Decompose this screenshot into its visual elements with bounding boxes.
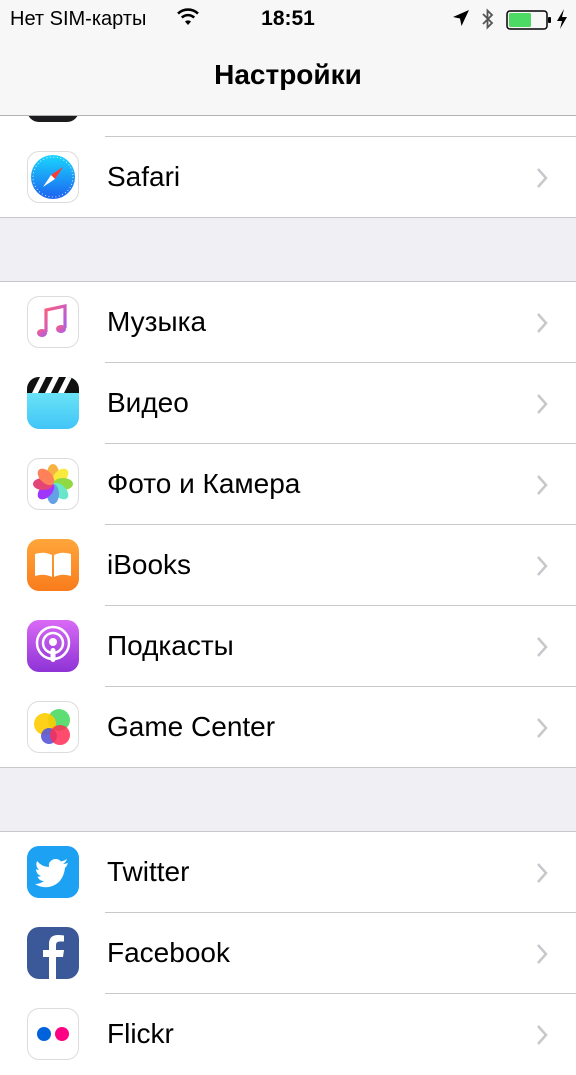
charging-bolt-icon bbox=[556, 8, 568, 35]
chevron-right-icon bbox=[536, 862, 548, 889]
settings-row-label: Twitter bbox=[107, 856, 190, 887]
settings-row-label: Flickr bbox=[107, 1018, 174, 1049]
navigation-bar: Настройки bbox=[0, 40, 576, 116]
settings-row-music[interactable]: Музыка bbox=[0, 282, 576, 363]
twitter-icon bbox=[27, 846, 79, 898]
settings-row-label: Подкасты bbox=[107, 630, 234, 661]
settings-row-label: Facebook bbox=[107, 937, 230, 968]
settings-row-podcasts[interactable]: Подкасты bbox=[0, 606, 576, 687]
ibooks-icon bbox=[27, 539, 79, 591]
settings-row-safari[interactable]: Safari bbox=[0, 137, 576, 218]
game-center-icon bbox=[27, 701, 79, 753]
settings-row-label: Safari bbox=[107, 161, 181, 192]
chevron-right-icon bbox=[536, 312, 548, 339]
settings-row-facebook[interactable]: Facebook bbox=[0, 913, 576, 994]
chevron-right-icon bbox=[536, 943, 548, 970]
bluetooth-icon bbox=[480, 7, 496, 36]
chevron-right-icon bbox=[536, 555, 548, 582]
settings-row-label: Фото и Камера bbox=[107, 468, 301, 499]
podcasts-icon bbox=[27, 620, 79, 672]
location-arrow-icon bbox=[452, 9, 470, 32]
settings-row-label: Музыка bbox=[107, 306, 207, 337]
photos-camera-icon bbox=[27, 458, 79, 510]
settings-row-ibooks[interactable]: iBooks bbox=[0, 525, 576, 606]
settings-row-label: Видео bbox=[107, 387, 189, 418]
settings-row-game-center[interactable]: Game Center bbox=[0, 687, 576, 768]
flickr-icon bbox=[27, 1008, 79, 1060]
battery-icon bbox=[506, 10, 552, 35]
video-icon bbox=[27, 377, 79, 429]
chevron-right-icon bbox=[536, 717, 548, 744]
status-bar: Нет SIM-карты 18:51 bbox=[0, 0, 576, 40]
music-icon bbox=[27, 296, 79, 348]
settings-row-flickr[interactable]: Flickr bbox=[0, 994, 576, 1075]
chevron-right-icon bbox=[536, 636, 548, 663]
wifi-icon bbox=[176, 7, 200, 32]
settings-row-photos[interactable]: Фото и Камера bbox=[0, 444, 576, 525]
chevron-right-icon bbox=[536, 167, 548, 194]
settings-row-twitter[interactable]: Twitter bbox=[0, 832, 576, 913]
facebook-icon bbox=[27, 927, 79, 979]
settings-row-label: iBooks bbox=[107, 549, 192, 580]
chevron-right-icon bbox=[536, 1024, 548, 1051]
settings-row-label: Game Center bbox=[107, 711, 276, 742]
safari-icon bbox=[27, 151, 79, 203]
settings-row-video[interactable]: Видео bbox=[0, 363, 576, 444]
chevron-right-icon bbox=[536, 474, 548, 501]
chevron-right-icon bbox=[536, 393, 548, 420]
carrier-label: Нет SIM-карты bbox=[10, 8, 147, 30]
page-title: Настройки bbox=[214, 59, 362, 90]
